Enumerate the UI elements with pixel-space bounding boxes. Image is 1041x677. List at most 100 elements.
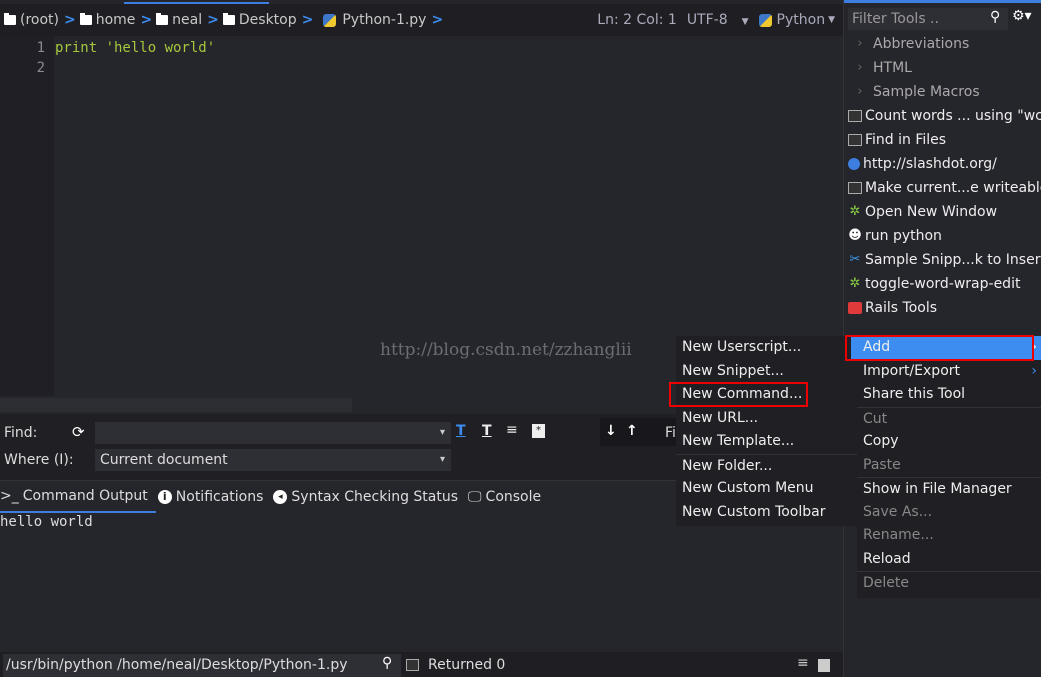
menu-item[interactable]: New Custom Menu xyxy=(676,477,858,501)
tool-item[interactable]: › HTML xyxy=(850,56,912,80)
filter-tools-input[interactable]: Filter Tools .. xyxy=(848,8,1008,30)
tool-item[interactable]: › Sample Macros xyxy=(850,80,979,104)
tool-item[interactable]: ✲ Open New Window xyxy=(848,200,997,224)
folder-icon xyxy=(156,13,169,25)
terminal-icon xyxy=(848,182,862,194)
breadcrumb-desktop[interactable]: Desktop > xyxy=(222,12,313,28)
breadcrumb-home[interactable]: home > xyxy=(79,12,152,28)
where-select[interactable]: Current document xyxy=(95,449,451,471)
dropdown-icon: ▼ xyxy=(741,17,749,27)
menu-item[interactable]: Import/Export › xyxy=(857,360,1041,384)
dropdown-icon: ▼ xyxy=(828,15,835,25)
terminal-icon xyxy=(848,134,862,146)
menu-item[interactable]: New Command... xyxy=(669,382,858,407)
language-selector[interactable]: Python ▼ xyxy=(758,12,835,28)
menu-item[interactable]: New Userscript... xyxy=(676,336,858,360)
tool-item[interactable]: ☻ run python xyxy=(848,224,942,248)
menu-item[interactable]: Add › xyxy=(845,335,1041,361)
menu-item-label: New URL... xyxy=(682,409,759,426)
tool-item[interactable]: ✂ Sample Snipp...k to Insert xyxy=(848,248,1041,272)
find-previous-icon[interactable]: ↑ xyxy=(626,423,638,439)
macro-icon: ✲ xyxy=(849,204,861,219)
menu-item[interactable]: Save As... xyxy=(857,501,1041,525)
menu-item[interactable]: New Custom Toolbar xyxy=(676,501,858,525)
tool-item[interactable]: Make current...e writeable xyxy=(848,176,1041,200)
python-icon xyxy=(758,13,772,27)
tool-item[interactable]: Find in Files xyxy=(848,128,946,152)
menu-item[interactable]: Reload xyxy=(857,548,1041,572)
crumb-label: (root) xyxy=(20,12,59,28)
syntax-icon: ◂ xyxy=(273,489,288,504)
find-input[interactable] xyxy=(95,422,451,444)
tool-item-label: Count words ... using "wc" xyxy=(865,108,1041,124)
breadcrumb-file[interactable]: Python-1.py > xyxy=(317,12,443,28)
tool-item-label: Open New Window xyxy=(865,204,998,220)
crumb-label: home xyxy=(95,12,136,28)
tab-label: Syntax Checking Status xyxy=(291,488,459,505)
language-label: Python xyxy=(776,12,826,28)
stop-icon[interactable] xyxy=(818,659,830,672)
python-icon xyxy=(323,13,337,27)
search-icon[interactable]: ⚲ xyxy=(382,655,392,671)
command-input[interactable]: /usr/bin/python /home/neal/Desktop/Pytho… xyxy=(3,654,401,677)
multiline-icon[interactable]: ≡ xyxy=(506,422,518,438)
menu-item[interactable]: Share this Tool xyxy=(857,383,1041,407)
line-gutter: 12 xyxy=(0,36,54,396)
search-icon[interactable]: ⚲ xyxy=(990,9,1000,25)
menu-item-label: New Snippet... xyxy=(682,362,784,379)
add-submenu: New Userscript... New Snippet... New Comma… xyxy=(669,336,858,526)
tab-command-output[interactable]: >_ Command Output xyxy=(0,481,156,513)
breadcrumb-root[interactable]: (root) > xyxy=(4,12,76,28)
menu-icon[interactable]: ≡ xyxy=(797,655,809,671)
chevron-right-icon: > xyxy=(207,12,219,28)
refresh-icon[interactable]: ⟳ xyxy=(72,423,85,441)
monitor-icon: 🖵 xyxy=(468,488,482,505)
menu-item[interactable]: Copy xyxy=(857,430,1041,454)
menu-item[interactable]: New URL... xyxy=(676,407,858,431)
tool-item[interactable]: http://slashdot.org/ xyxy=(848,152,997,176)
menu-item[interactable]: New Snippet... xyxy=(676,360,858,384)
chevron-right-icon: › xyxy=(857,36,863,51)
horizontal-scrollbar[interactable] xyxy=(0,398,352,412)
tab-label: Console xyxy=(485,488,542,505)
find-next-icon[interactable]: ↓ xyxy=(605,423,617,439)
tool-item-label: HTML xyxy=(873,60,912,76)
menu-item[interactable]: New Template... xyxy=(676,430,858,454)
info-icon: i xyxy=(157,489,172,504)
macro-icon: ✲ xyxy=(849,276,861,291)
folder-icon xyxy=(4,13,16,25)
tool-item[interactable]: Count words ... using "wc" xyxy=(848,104,1041,128)
line-number: 1 xyxy=(36,40,45,56)
whole-word-icon[interactable]: T xyxy=(482,423,492,439)
find-button[interactable]: Fi xyxy=(665,425,676,441)
regex-icon[interactable]: * xyxy=(532,424,545,438)
gear-icon[interactable]: ⚙▾ xyxy=(1012,8,1032,24)
tab-console[interactable]: 🖵 Console xyxy=(466,481,549,513)
match-case-icon[interactable]: T xyxy=(456,423,466,439)
menu-item[interactable]: New Folder... xyxy=(676,453,858,478)
find-label: Find: xyxy=(4,425,38,441)
tab-notifications[interactable]: i Notifications xyxy=(156,481,272,513)
menu-item[interactable]: Cut xyxy=(857,406,1041,431)
menu-item[interactable]: Delete xyxy=(857,571,1041,595)
menu-item[interactable]: Show in File Manager xyxy=(857,477,1041,501)
highlight-box xyxy=(669,382,808,407)
tab-syntax-checking[interactable]: ◂ Syntax Checking Status xyxy=(271,481,466,513)
code-editor[interactable]: print 'hello world' xyxy=(55,38,215,58)
menu-item-label: New Custom Toolbar xyxy=(682,503,826,520)
menu-item[interactable]: Paste xyxy=(857,454,1041,478)
breadcrumb-neal[interactable]: neal > xyxy=(156,12,219,28)
tool-item-label: toggle-word-wrap-edit xyxy=(865,276,1021,292)
tool-item[interactable]: Rails Tools xyxy=(848,296,937,320)
menu-item-label: Reload xyxy=(863,550,911,567)
context-menu: Add › Import/Export › Share this Tool Cut Copy… xyxy=(845,335,1041,598)
menu-item[interactable]: Rename... xyxy=(857,524,1041,548)
chevron-right-icon: › xyxy=(857,84,863,99)
breadcrumb: (root) > home > neal > Desktop > Python-1.py… xyxy=(0,4,843,36)
tool-item-label: Abbreviations xyxy=(873,36,970,52)
tool-item[interactable]: › Abbreviations xyxy=(850,32,969,56)
face-icon: ☻ xyxy=(848,228,862,243)
encoding-selector[interactable]: UTF-8 ▼ xyxy=(687,12,749,28)
tool-item[interactable]: ✲ toggle-word-wrap-edit xyxy=(848,272,1021,296)
menu-item-label: Copy xyxy=(863,433,899,449)
